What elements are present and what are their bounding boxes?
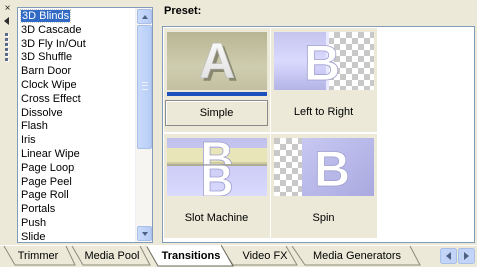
- preset-thumbnail: B B: [167, 138, 267, 196]
- panel-splitter[interactable]: [155, 0, 161, 245]
- preset-thumbnail: B: [274, 138, 374, 196]
- transition-item-label: Clock Wipe: [21, 78, 77, 91]
- svg-text:Transitions: Transitions: [162, 250, 221, 262]
- transition-items: 3D Blinds 3D Cascade 3D Fly In/Out 3D Shuff…: [18, 9, 136, 243]
- panel-handle[interactable]: ×: [0, 0, 15, 245]
- transition-item-label: 3D Fly In/Out: [21, 37, 86, 50]
- transition-item-label: Flash: [21, 120, 48, 133]
- grip-icon: [142, 82, 148, 90]
- tab-scroll-left-button[interactable]: [440, 248, 457, 264]
- transition-item[interactable]: 3D Cascade: [18, 24, 136, 38]
- scroll-down-button[interactable]: [137, 226, 152, 241]
- preset-thumbnail: B: [274, 32, 374, 90]
- svg-text:Media Generators: Media Generators: [313, 250, 402, 262]
- transition-item[interactable]: Page Roll: [18, 189, 136, 203]
- tab-scroll-right-button[interactable]: [458, 248, 475, 264]
- svg-text:Video FX: Video FX: [242, 250, 288, 262]
- transition-item[interactable]: 3D Fly In/Out: [18, 38, 136, 52]
- tab-media-generators[interactable]: Media Generators: [313, 250, 402, 262]
- glyph-b: B: [314, 141, 350, 196]
- tab-media-pool[interactable]: Media Pool: [84, 250, 139, 262]
- transition-item-label: Page Peel: [21, 175, 72, 188]
- transition-item-label: Page Loop: [21, 161, 75, 174]
- preset-left-to-right[interactable]: B Left to Right: [271, 28, 377, 132]
- tab-trimmer[interactable]: Trimmer: [18, 250, 59, 262]
- transition-item-label: 3D Shuffle: [21, 51, 73, 64]
- preset-label: Slot Machine: [184, 212, 249, 224]
- transition-item[interactable]: Cross Effect: [18, 93, 136, 107]
- preset-simple[interactable]: A A Simple: [164, 28, 270, 132]
- transition-item-label: 3D Blinds: [19, 9, 72, 23]
- transition-item-label: Barn Door: [21, 65, 72, 78]
- transition-list[interactable]: 3D Blinds 3D Cascade 3D Fly In/Out 3D Shuff…: [17, 7, 153, 243]
- preset-title: Preset:: [164, 5, 202, 17]
- preset-spin[interactable]: B Spin: [271, 134, 377, 238]
- transition-item-label: Portals: [21, 203, 56, 216]
- list-scrollbar[interactable]: [135, 8, 152, 242]
- scroll-thumb[interactable]: [137, 25, 152, 149]
- scroll-up-button[interactable]: [137, 9, 152, 24]
- transition-item[interactable]: Slide: [18, 230, 136, 243]
- transition-item[interactable]: Flash: [18, 120, 136, 134]
- transition-item[interactable]: Push: [18, 217, 136, 231]
- grip-icon[interactable]: [5, 33, 9, 67]
- arrow-up-icon: [142, 15, 148, 19]
- transition-item[interactable]: Clock Wipe: [18, 79, 136, 93]
- transition-item-label: Cross Effect: [21, 92, 81, 105]
- preview-progress-bar: [167, 92, 267, 96]
- transition-item-label: Page Roll: [21, 189, 69, 202]
- glyph-a: A: [199, 33, 235, 89]
- tab-video-fx[interactable]: Video FX: [242, 250, 288, 262]
- transition-item[interactable]: Portals: [18, 203, 136, 217]
- transition-item-label: Slide: [21, 230, 46, 243]
- collapse-arrow-icon[interactable]: [4, 17, 9, 25]
- transition-item[interactable]: Page Peel: [18, 176, 136, 190]
- tab-strip: Trimmer Media Pool Transitions Video FX …: [0, 245, 477, 267]
- transition-item[interactable]: Linear Wipe: [18, 148, 136, 162]
- transition-item-label: Iris: [21, 134, 36, 147]
- transition-item-label: 3D Cascade: [21, 23, 82, 36]
- transition-item[interactable]: Barn Door: [18, 65, 136, 79]
- glyph-b: B: [304, 35, 340, 90]
- transition-item[interactable]: Iris: [18, 134, 136, 148]
- transition-item[interactable]: 3D Blinds: [18, 9, 136, 24]
- transition-item-label: Linear Wipe: [21, 147, 80, 160]
- preset-label: Spin: [312, 212, 335, 224]
- transition-item-label: Push: [21, 216, 47, 229]
- arrow-down-icon: [142, 232, 148, 236]
- preset-label: Simple: [165, 100, 268, 126]
- transition-item-label: Dissolve: [21, 106, 63, 119]
- preset-label: Left to Right: [293, 106, 354, 118]
- preset-thumbnail: A A: [167, 32, 267, 90]
- svg-text:Trimmer: Trimmer: [18, 250, 59, 262]
- preset-slot-machine[interactable]: B B Slot Machine: [164, 134, 270, 238]
- transition-item[interactable]: Page Loop: [18, 162, 136, 176]
- preset-panel: A A Simple B Left to Right B B Slot Mach…: [162, 26, 475, 243]
- svg-text:Media Pool: Media Pool: [84, 250, 139, 262]
- transition-item[interactable]: Dissolve: [18, 107, 136, 121]
- close-icon[interactable]: ×: [2, 3, 13, 14]
- tab-transitions[interactable]: Transitions: [162, 250, 221, 262]
- transition-item[interactable]: 3D Shuffle: [18, 51, 136, 65]
